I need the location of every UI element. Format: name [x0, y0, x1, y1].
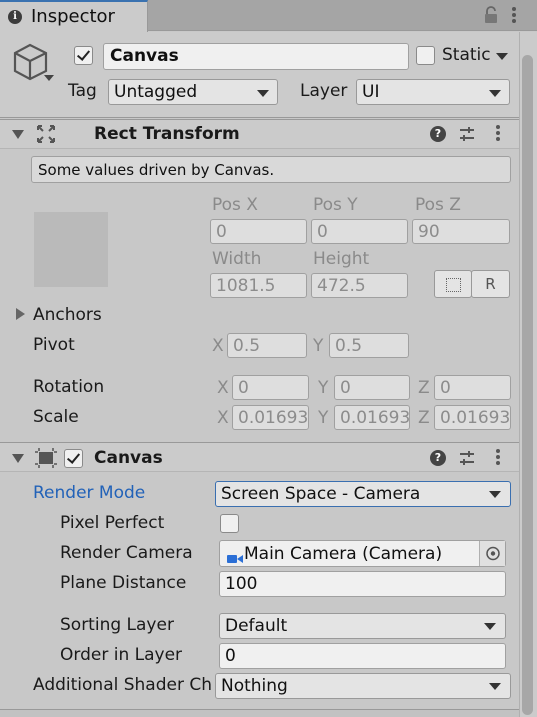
- plane-distance-value: 100: [225, 574, 258, 594]
- pixel-perfect-checkbox[interactable]: [220, 514, 239, 533]
- help-icon[interactable]: ?: [430, 450, 446, 466]
- chevron-down-icon: [257, 90, 269, 97]
- rect-transform-title: Rect Transform: [94, 124, 240, 144]
- gameobject-cube-icon[interactable]: [12, 42, 56, 86]
- pos-z-label: Pos Z: [415, 195, 461, 215]
- tab-title: Inspector: [31, 6, 115, 27]
- anchors-foldout-icon[interactable]: [16, 308, 25, 320]
- presets-icon[interactable]: [459, 450, 475, 466]
- raw-edit-button[interactable]: R: [471, 270, 510, 298]
- additional-shader-label-wrap: Additional Shader Ch: [33, 675, 213, 699]
- info-icon: i: [8, 10, 22, 24]
- gameobject-active-checkbox[interactable]: [74, 46, 93, 65]
- tab-inspector[interactable]: i Inspector: [0, 0, 148, 32]
- height-field[interactable]: 472.5: [311, 273, 408, 298]
- foldout-arrow-icon[interactable]: [12, 130, 24, 139]
- chevron-down-icon: [489, 491, 501, 498]
- pos-x-field[interactable]: 0: [210, 219, 307, 244]
- sorting-layer-dropdown[interactable]: Default: [219, 613, 506, 639]
- section-divider: [0, 709, 519, 717]
- presets-icon[interactable]: [459, 126, 475, 142]
- canvas-component-icon: [35, 448, 57, 468]
- pos-z-field[interactable]: 90: [412, 219, 510, 244]
- pixel-perfect-label: Pixel Perfect: [60, 513, 165, 533]
- render-mode-value: Screen Space - Camera: [221, 484, 421, 504]
- more-vertical-icon[interactable]: [510, 6, 518, 26]
- scale-label: Scale: [33, 407, 79, 427]
- pivot-x-label: X: [212, 336, 224, 356]
- static-label: Static: [442, 45, 491, 65]
- scale-z-field[interactable]: 0.01693: [434, 405, 511, 430]
- camera-icon: [227, 549, 243, 563]
- additional-shader-label: Additional Shader Ch: [33, 675, 213, 695]
- blueprint-mode-button[interactable]: [434, 270, 472, 298]
- scale-z-label: Z: [418, 408, 430, 428]
- layer-label: Layer: [300, 81, 348, 101]
- driven-values-text: Some values driven by Canvas.: [38, 161, 275, 179]
- rotation-z-label: Z: [418, 378, 430, 398]
- tag-dropdown[interactable]: Untagged: [108, 79, 278, 105]
- canvas-title: Canvas: [94, 448, 163, 468]
- object-picker-icon[interactable]: [479, 541, 505, 566]
- additional-shader-value: Nothing: [221, 676, 288, 696]
- tag-label: Tag: [68, 81, 97, 101]
- static-dropdown-icon[interactable]: [496, 53, 508, 60]
- gameobject-name-input[interactable]: Canvas: [103, 43, 409, 70]
- sorting-layer-label: Sorting Layer: [60, 615, 174, 635]
- foldout-arrow-icon[interactable]: [12, 454, 24, 463]
- more-vertical-icon[interactable]: [494, 124, 502, 144]
- scale-x-label: X: [217, 408, 229, 428]
- render-camera-value: Main Camera (Camera): [244, 544, 443, 564]
- scrollbar-thumb[interactable]: [522, 55, 533, 715]
- layer-dropdown[interactable]: UI: [356, 79, 510, 105]
- scale-y-label: Y: [318, 408, 329, 428]
- more-vertical-icon[interactable]: [494, 448, 502, 468]
- layer-value: UI: [362, 82, 380, 102]
- pivot-y-label: Y: [313, 336, 324, 356]
- width-field[interactable]: 1081.5: [210, 273, 307, 298]
- chevron-down-icon: [484, 623, 496, 630]
- scale-y-field[interactable]: 0.01693: [334, 405, 410, 430]
- rotation-z-field[interactable]: 0: [434, 375, 511, 400]
- scale-x-field[interactable]: 0.01693: [232, 405, 309, 430]
- chevron-down-icon: [489, 683, 501, 690]
- lock-icon[interactable]: [484, 6, 498, 24]
- rotation-x-label: X: [217, 378, 229, 398]
- anchor-preset-square: [34, 212, 108, 287]
- width-label: Width: [212, 249, 262, 269]
- pivot-label: Pivot: [33, 335, 75, 355]
- help-icon[interactable]: ?: [430, 126, 446, 142]
- raw-edit-label: R: [485, 275, 496, 293]
- static-checkbox[interactable]: [416, 46, 435, 65]
- sorting-layer-value: Default: [225, 616, 288, 636]
- plane-distance-field[interactable]: 100: [219, 571, 506, 597]
- height-label: Height: [313, 249, 370, 269]
- additional-shader-dropdown[interactable]: Nothing: [215, 673, 511, 699]
- pivot-y-field[interactable]: 0.5: [329, 333, 409, 358]
- pos-y-field[interactable]: 0: [311, 219, 408, 244]
- anchors-label[interactable]: Anchors: [33, 305, 102, 325]
- render-camera-field[interactable]: Main Camera (Camera): [219, 540, 506, 567]
- canvas-enabled-checkbox[interactable]: [64, 449, 83, 468]
- order-in-layer-label: Order in Layer: [60, 645, 183, 665]
- tag-value: Untagged: [114, 82, 198, 102]
- rotation-label: Rotation: [33, 377, 105, 397]
- render-mode-label: Render Mode: [33, 483, 146, 503]
- chevron-down-icon: [489, 90, 501, 97]
- rotation-y-label: Y: [318, 378, 329, 398]
- render-camera-label: Render Camera: [60, 543, 193, 563]
- pos-y-label: Pos Y: [313, 195, 358, 215]
- rect-transform-icon: [36, 124, 56, 144]
- dotted-square-icon: [446, 278, 461, 292]
- pivot-x-field[interactable]: 0.5: [227, 333, 307, 358]
- plane-distance-label: Plane Distance: [60, 573, 187, 593]
- rotation-x-field[interactable]: 0: [232, 375, 309, 400]
- render-mode-dropdown[interactable]: Screen Space - Camera: [215, 481, 511, 507]
- gameobject-name-value: Canvas: [110, 46, 179, 66]
- order-in-layer-value: 0: [225, 646, 236, 666]
- pos-x-label: Pos X: [212, 195, 258, 215]
- order-in-layer-field[interactable]: 0: [219, 643, 506, 669]
- driven-values-note: Some values driven by Canvas.: [31, 156, 511, 183]
- rotation-y-field[interactable]: 0: [334, 375, 410, 400]
